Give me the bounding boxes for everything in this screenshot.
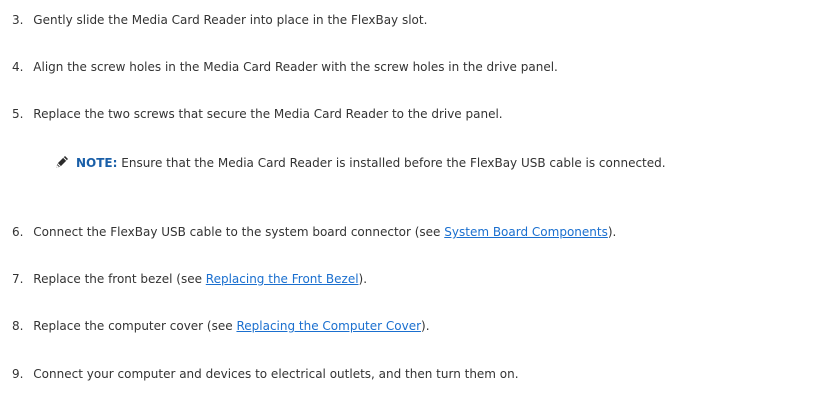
step-number: 3.	[12, 13, 24, 27]
note-box: NOTE: Ensure that the Media Card Reader …	[54, 154, 666, 171]
step-4: 4. Align the screw holes in the Media Ca…	[12, 59, 558, 75]
step-5: 5. Replace the two screws that secure th…	[12, 106, 503, 122]
step-6: 6. Connect the FlexBay USB cable to the …	[12, 224, 616, 240]
step-number: 8.	[12, 319, 24, 333]
step-number: 4.	[12, 60, 24, 74]
step-3: 3. Gently slide the Media Card Reader in…	[12, 12, 427, 28]
step-text: Align the screw holes in the Media Card …	[33, 60, 558, 74]
step-number: 6.	[12, 225, 24, 239]
note-text: Ensure that the Media Card Reader is ins…	[117, 156, 666, 170]
pencil-note-icon	[54, 154, 70, 170]
step-number: 9.	[12, 367, 24, 381]
step-text: Gently slide the Media Card Reader into …	[33, 13, 428, 27]
step-9: 9. Connect your computer and devices to …	[12, 366, 519, 382]
step-number: 7.	[12, 272, 24, 286]
step-8: 8. Replace the computer cover (see Repla…	[12, 318, 430, 334]
step-number: 5.	[12, 107, 24, 121]
step-text: Replace the computer cover (see	[33, 319, 237, 333]
note-label: NOTE:	[76, 156, 118, 170]
step-text: Connect the FlexBay USB cable to the sys…	[33, 225, 445, 239]
step-text: Replace the two screws that secure the M…	[33, 107, 503, 121]
step-7: 7. Replace the front bezel (see Replacin…	[12, 271, 367, 287]
step-text: Replace the front bezel (see	[33, 272, 206, 286]
link-replacing-front-bezel[interactable]: Replacing the Front Bezel	[206, 272, 359, 286]
link-replacing-computer-cover[interactable]: Replacing the Computer Cover	[236, 319, 421, 333]
step-text-after: ).	[607, 225, 617, 239]
link-system-board-components[interactable]: System Board Components	[444, 225, 608, 239]
step-text-after: ).	[358, 272, 368, 286]
step-text: Connect your computer and devices to ele…	[33, 367, 519, 381]
step-text-after: ).	[421, 319, 430, 333]
